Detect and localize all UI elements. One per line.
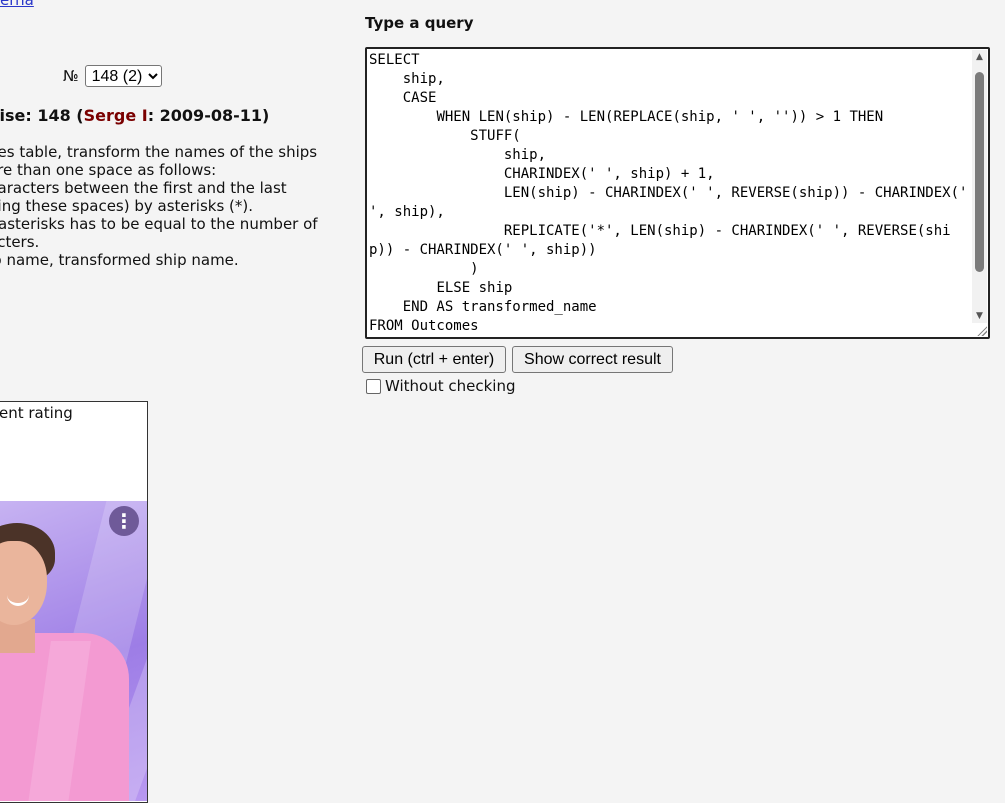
without-checking-label: Without checking [385,377,516,395]
scroll-up-arrow-icon[interactable]: ▲ [972,50,987,64]
query-textarea[interactable]: SELECT ship, CASE WHEN LEN(ship) - LEN(R… [369,51,971,335]
description-line: ore than one space as follows: [0,161,217,179]
without-checking-option[interactable]: Without checking [366,377,516,395]
exercise-title: cise: 148 (Serge I: 2009-08-11) [0,106,269,125]
ad-person-face [0,541,47,625]
scroll-thumb[interactable] [975,72,984,272]
vertical-dots-icon[interactable]: ⋮ [109,506,139,536]
description-line: ding these spaces) by asterisks (*). [0,197,254,215]
exercise-number-select[interactable]: 148 (2) [84,65,162,87]
description-line: ip name, transformed ship name. [0,251,239,269]
exercise-selector-row: № 148 (2) [63,65,162,87]
description-line: haracters between the first and the last [0,179,287,197]
run-button[interactable]: Run (ctrl + enter) [362,346,506,373]
resize-grip-icon[interactable] [976,325,987,336]
exercise-title-suffix: : 2009-08-11) [147,106,270,125]
exercise-description: nes table, transform the names of the sh… [0,143,334,269]
without-checking-checkbox[interactable] [366,378,381,394]
rating-label: ent rating [0,404,73,422]
show-correct-result-button[interactable]: Show correct result [512,346,673,373]
exercise-author: Serge I [83,106,148,125]
description-line: acters. [0,233,40,251]
editor-scrollbar[interactable]: ▲ ▼ [972,50,987,323]
query-editor[interactable]: SELECT ship, CASE WHEN LEN(ship) - LEN(R… [365,47,990,339]
description-line: nes table, transform the names of the sh… [0,143,318,161]
advertisement-image[interactable]: ⋮ [0,501,147,801]
exercise-number-label: № [63,67,79,85]
description-line: f asterisks has to be equal to the numbe… [0,215,318,233]
query-label: Type a query [365,14,474,32]
top-link[interactable]: еrna [0,0,34,9]
scroll-down-arrow-icon[interactable]: ▼ [972,309,987,323]
exercise-title-prefix: cise: 148 ( [0,106,84,125]
rating-panel: ent rating ⋮ [0,401,148,803]
